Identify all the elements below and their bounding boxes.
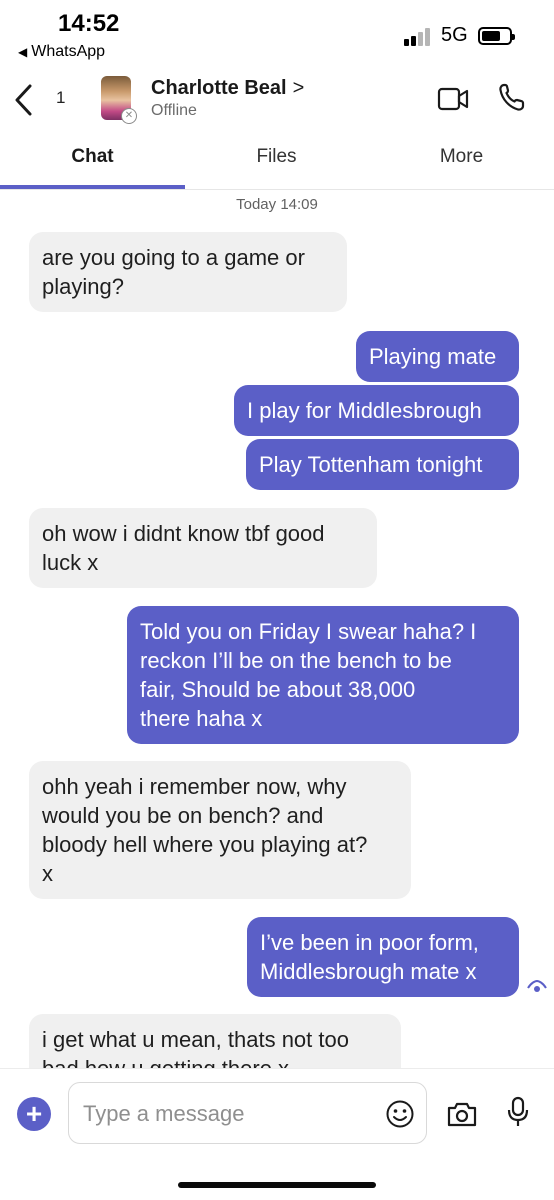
message-input[interactable] — [83, 1099, 363, 1129]
battery-icon — [478, 27, 515, 45]
message-line: playing? — [42, 274, 124, 299]
signal-bars-icon — [404, 28, 434, 46]
message-line: fair, Should be about 38,000 — [140, 677, 416, 702]
message-bubble[interactable]: are you going to a game or playing? — [29, 232, 347, 312]
message-line: I play for Middlesbrough — [247, 398, 482, 423]
message-line: I’ve been in poor form, — [260, 930, 479, 955]
plus-icon[interactable]: + — [17, 1097, 51, 1131]
triangle-left-icon: ◀ — [18, 45, 28, 59]
message-line: bloody hell where you playing at? — [42, 832, 368, 857]
contact-name-label: Charlotte Beal — [151, 77, 287, 99]
message-line: x — [42, 861, 53, 886]
camera-icon[interactable] — [446, 1100, 478, 1128]
message-line: Middlesbrough mate x — [260, 959, 477, 984]
contact-status: Offline — [151, 102, 197, 119]
back-unread-count[interactable]: 1 — [56, 88, 65, 108]
chevron-left-icon[interactable] — [12, 82, 36, 118]
contact-name[interactable]: Charlotte Beal > — [151, 77, 304, 100]
message-line: ohh yeah i remember now, why — [42, 774, 347, 799]
seen-eye-icon — [527, 979, 547, 992]
message-bubble[interactable]: ohh yeah i remember now, why would you b… — [29, 761, 411, 899]
message-composer: + — [0, 1068, 554, 1200]
message-line: reckon I’ll be on the bench to be — [140, 648, 452, 673]
emoji-icon[interactable] — [385, 1099, 415, 1129]
message-line: would you be on bench? and — [42, 803, 324, 828]
chat-timestamp: Today 14:09 — [236, 196, 318, 213]
home-indicator — [178, 1182, 376, 1188]
active-tab-indicator — [0, 185, 185, 189]
message-line: luck x — [42, 550, 99, 575]
message-bubble[interactable]: Told you on Friday I swear haha? I recko… — [127, 606, 519, 744]
message-input-box[interactable] — [68, 1082, 427, 1144]
message-bubble[interactable]: I play for Middlesbrough — [234, 385, 519, 436]
back-to-app-link[interactable]: ◀ WhatsApp — [18, 43, 105, 61]
message-line: there haha x — [140, 706, 263, 731]
chat-tabs: Chat Files More — [0, 132, 554, 190]
phone-icon[interactable] — [498, 82, 526, 112]
microphone-icon[interactable] — [507, 1096, 529, 1128]
message-bubble[interactable]: oh wow i didnt know tbf good luck x — [29, 508, 377, 588]
chevron-right-icon: > — [292, 77, 305, 99]
network-type: 5G — [441, 24, 468, 46]
message-line: oh wow i didnt know tbf good — [42, 521, 325, 546]
message-line: Playing mate — [369, 344, 497, 369]
message-bubble[interactable]: Play Tottenham tonight — [246, 439, 519, 490]
tab-more[interactable]: More — [369, 146, 554, 168]
message-line: i get what u mean, thats not too — [42, 1027, 349, 1052]
message-bubble[interactable]: Playing mate — [356, 331, 519, 382]
tab-files[interactable]: Files — [184, 146, 369, 168]
status-time: 14:52 — [58, 10, 120, 37]
chat-header: 1 ✕ Charlotte Beal > Offline — [0, 68, 554, 132]
message-bubble[interactable]: I’ve been in poor form, Middlesbrough ma… — [247, 917, 519, 997]
status-bar: 14:52 ◀ WhatsApp 5G — [0, 0, 554, 68]
video-camera-icon[interactable] — [437, 86, 469, 112]
message-line: Play Tottenham tonight — [259, 452, 483, 477]
tab-chat[interactable]: Chat — [0, 146, 185, 168]
message-line: are you going to a game or — [42, 245, 305, 270]
composer-divider — [0, 1068, 554, 1069]
back-app-label: WhatsApp — [31, 43, 106, 60]
message-line: Told you on Friday I swear haha? I — [140, 619, 477, 644]
offline-presence-icon: ✕ — [121, 108, 137, 124]
